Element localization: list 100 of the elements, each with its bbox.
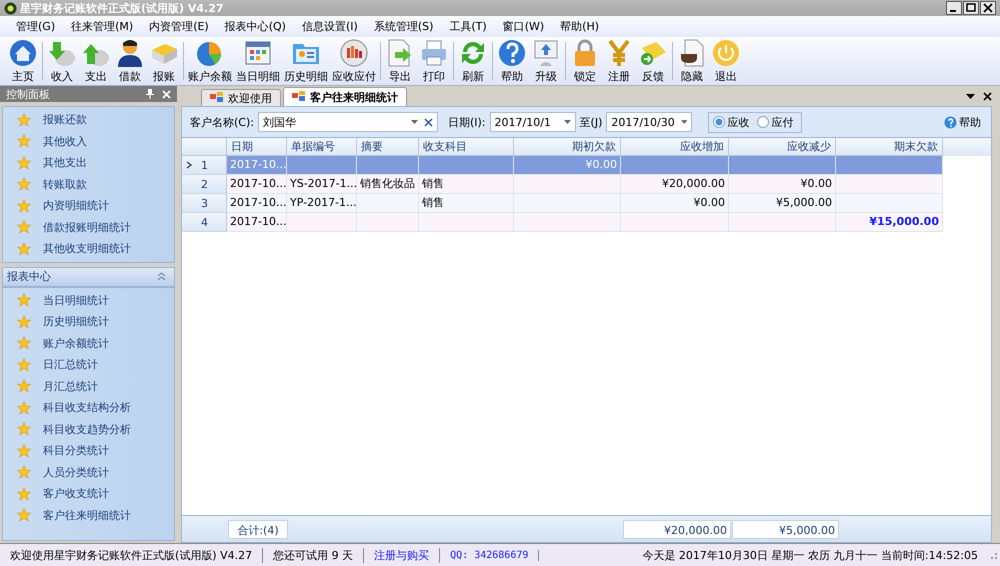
toolbar-button[interactable]: 支出 xyxy=(79,38,113,84)
clear-icon[interactable] xyxy=(424,118,433,126)
row-header[interactable]: 4 xyxy=(182,213,227,232)
nav-item[interactable]: 历史明细统计 xyxy=(3,311,174,332)
toolbar-button[interactable]: 刷新 xyxy=(456,38,490,84)
dropdown-icon[interactable] xyxy=(564,120,571,124)
maximize-icon[interactable] xyxy=(963,1,979,15)
nav-item[interactable]: 账户余额统计 xyxy=(3,332,174,354)
table-cell: ¥0.00 xyxy=(729,175,836,194)
dropdown-icon[interactable] xyxy=(410,120,418,124)
nav-item[interactable]: 借款报账明细统计 xyxy=(3,216,174,238)
toolbar-button[interactable]: 反馈 xyxy=(636,38,670,84)
resize-grip-icon[interactable] xyxy=(988,550,998,560)
toolbar-button[interactable]: 主页 xyxy=(6,38,40,84)
table-cell xyxy=(287,213,357,232)
toolbar-button[interactable]: 注册 xyxy=(602,38,636,84)
radio-icon[interactable] xyxy=(757,116,770,128)
menu-item[interactable]: 管理(G) xyxy=(8,19,64,34)
radio-option[interactable]: 应付 xyxy=(757,114,794,130)
nav-item[interactable]: 其他收支明细统计 xyxy=(3,238,174,260)
status-text: 欢迎使用星宇财务记账软件正式版(试用版) V4.27 xyxy=(0,548,264,562)
nav-item[interactable]: 科目分类统计 xyxy=(3,440,174,462)
toolbar-button[interactable]: 当日明细 xyxy=(234,38,282,84)
table-cell: 销售化妆品 xyxy=(357,175,419,194)
menu-item[interactable]: 帮助(H) xyxy=(552,19,608,34)
toolbar-button[interactable]: 应收应付 xyxy=(330,38,378,84)
house-icon xyxy=(8,38,38,68)
to-label: 至(J) xyxy=(580,114,602,130)
collapse-icon[interactable] xyxy=(157,272,166,281)
table-cell: ¥20,000.00 xyxy=(621,175,729,194)
toolbar-button[interactable]: 导出 xyxy=(383,38,417,84)
toolbar-button[interactable]: 帮助 xyxy=(495,38,529,84)
section-header[interactable]: 报表中心 xyxy=(2,266,175,286)
nav-item[interactable]: 其他支出 xyxy=(3,152,174,174)
menu-item[interactable]: 往来管理(M) xyxy=(63,19,142,34)
table-cell: YP-2017-1... xyxy=(287,194,357,213)
table-cell xyxy=(357,194,419,213)
table-cell: 2017-10... xyxy=(227,213,287,232)
dropdown-icon[interactable] xyxy=(680,120,688,124)
nav-item[interactable]: 日汇总统计 xyxy=(3,354,174,376)
star-icon xyxy=(17,134,31,148)
row-header[interactable]: 1 xyxy=(182,156,227,175)
table-cell: ¥0.00 xyxy=(514,156,621,175)
help-button[interactable]: 帮助 xyxy=(938,114,987,130)
menu-item[interactable]: 工具(T) xyxy=(441,19,495,34)
toolbar-button[interactable]: 收入 xyxy=(45,38,79,84)
close-icon[interactable] xyxy=(983,92,992,101)
toolbar-button[interactable]: 账户余额 xyxy=(186,38,234,84)
tab[interactable]: 欢迎使用 xyxy=(201,89,281,106)
footer-cell: ¥5,000.00 xyxy=(732,520,839,538)
table-cell: 销售 xyxy=(419,175,514,194)
toolbar-button[interactable]: 借款 xyxy=(113,38,147,84)
nav-item[interactable]: 其他收入 xyxy=(3,130,174,152)
nav-item[interactable]: 人员分类统计 xyxy=(3,462,174,483)
tab[interactable]: 客户往来明细统计 xyxy=(283,87,407,106)
nav-item[interactable]: 报账还款 xyxy=(3,109,174,130)
nav-item[interactable]: 月汇总统计 xyxy=(3,376,174,397)
menu-item[interactable]: 信息设置(I) xyxy=(294,19,366,34)
customer-field[interactable]: 刘国华 xyxy=(258,112,438,132)
nav-item[interactable]: 当日明细统计 xyxy=(3,290,174,311)
power-icon xyxy=(711,38,741,68)
table-cell: ¥0.00 xyxy=(621,194,729,213)
pin-icon[interactable] xyxy=(146,89,154,99)
person-icon xyxy=(115,38,145,68)
menu-item[interactable]: 报表中心(Q) xyxy=(216,19,294,34)
table-cell: ¥15,000.00 xyxy=(836,213,943,232)
minimize-icon[interactable] xyxy=(946,1,962,15)
nav-item[interactable]: 科目收支结构分析 xyxy=(3,397,174,418)
table-cell xyxy=(357,156,419,175)
toolbar-button[interactable]: 锁定 xyxy=(568,38,602,84)
help-icon xyxy=(944,116,957,128)
date-field[interactable]: 2017/10/1 xyxy=(490,112,576,132)
star-icon xyxy=(17,379,31,394)
toolbar-button[interactable]: 退出 xyxy=(709,38,743,84)
nav-item[interactable]: 客户往来明细统计 xyxy=(3,504,174,526)
row-header[interactable]: 2 xyxy=(182,175,227,194)
star-icon xyxy=(17,293,31,308)
status-text: QQ: 342686679 xyxy=(440,550,540,560)
star-icon xyxy=(17,177,31,192)
menu-item[interactable]: 系统管理(S) xyxy=(366,19,442,34)
toolbar-button[interactable]: 打印 xyxy=(417,38,451,84)
toolbar-button[interactable]: 隐藏 xyxy=(675,38,709,84)
nav-item[interactable]: 客户收支统计 xyxy=(3,483,174,504)
date-field[interactable]: 2017/10/30 xyxy=(606,112,692,132)
nav-item[interactable]: 内资明细统计 xyxy=(3,195,174,216)
close-icon[interactable] xyxy=(980,1,996,15)
dropdown-icon[interactable] xyxy=(966,94,975,100)
menu-item[interactable]: 窗口(W) xyxy=(494,19,552,34)
row-header[interactable]: 3 xyxy=(182,194,227,213)
radio-icon[interactable] xyxy=(713,116,726,128)
radio-option[interactable]: 应收 xyxy=(713,114,750,130)
app-icon xyxy=(4,2,17,14)
toolbar-button[interactable]: 升级 xyxy=(529,38,563,84)
nav-item[interactable]: 科目收支趋势分析 xyxy=(3,418,174,440)
status-text[interactable]: 注册与购买 xyxy=(364,548,440,562)
menu-item[interactable]: 内资管理(E) xyxy=(141,19,217,34)
toolbar-button[interactable]: 历史明细 xyxy=(282,38,330,84)
toolbar-button[interactable]: 报账 xyxy=(147,38,181,84)
table-cell xyxy=(357,213,419,232)
nav-item[interactable]: 转账取款 xyxy=(3,174,174,195)
